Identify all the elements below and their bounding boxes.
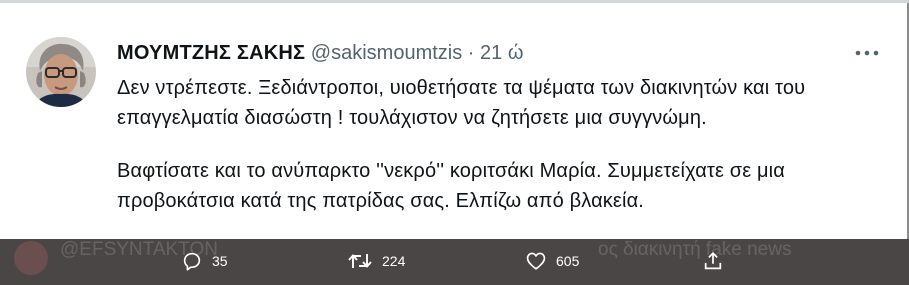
like-button[interactable]: 605 [525, 248, 579, 274]
avatar[interactable] [26, 37, 96, 107]
reply-icon [183, 252, 201, 271]
like-icon [526, 252, 546, 270]
background-avatar [14, 241, 48, 275]
tweet-card[interactable]: ΜΟΥΜΤΖΗΣ ΣΑΚΗΣ @sakismoumtzis · 21 ώ Δεν… [0, 3, 909, 239]
retweet-button[interactable]: 224 [347, 248, 405, 274]
like-count: 605 [556, 253, 580, 269]
tweet-paragraph-1: Δεν ντρέπεστε. Ξεδιάντροποι, υιοθετήσατε… [117, 77, 806, 129]
retweet-icon [348, 254, 372, 268]
separator-dot: · [467, 42, 475, 64]
reply-button[interactable]: 35 [181, 248, 228, 274]
share-button[interactable] [702, 248, 724, 274]
tweet-header: ΜΟΥΜΤΖΗΣ ΣΑΚΗΣ @sakismoumtzis · 21 ώ [117, 41, 523, 65]
share-icon [704, 252, 722, 270]
retweet-count: 224 [382, 253, 406, 269]
tweet-action-bar: @EFSYNTAKTON ος διακινητή fake news 35 2… [0, 239, 909, 285]
background-ghost-text-right: ος διακινητή fake news [598, 239, 792, 260]
tweet-paragraph-2: Βαφτίσατε και το ανύπαρκτο ''νεκρό'' κορ… [117, 160, 785, 212]
reply-count: 35 [212, 253, 228, 269]
author-name[interactable]: ΜΟΥΜΤΖΗΣ ΣΑΚΗΣ [117, 42, 305, 64]
author-handle[interactable]: @sakismoumtzis [311, 42, 462, 64]
tweet-text: Δεν ντρέπεστε. Ξεδιάντροποι, υιοθετήσατε… [117, 73, 877, 216]
tweet-timestamp[interactable]: 21 ώ [480, 42, 523, 64]
more-options-button[interactable] [852, 43, 882, 63]
more-icon [855, 50, 879, 56]
